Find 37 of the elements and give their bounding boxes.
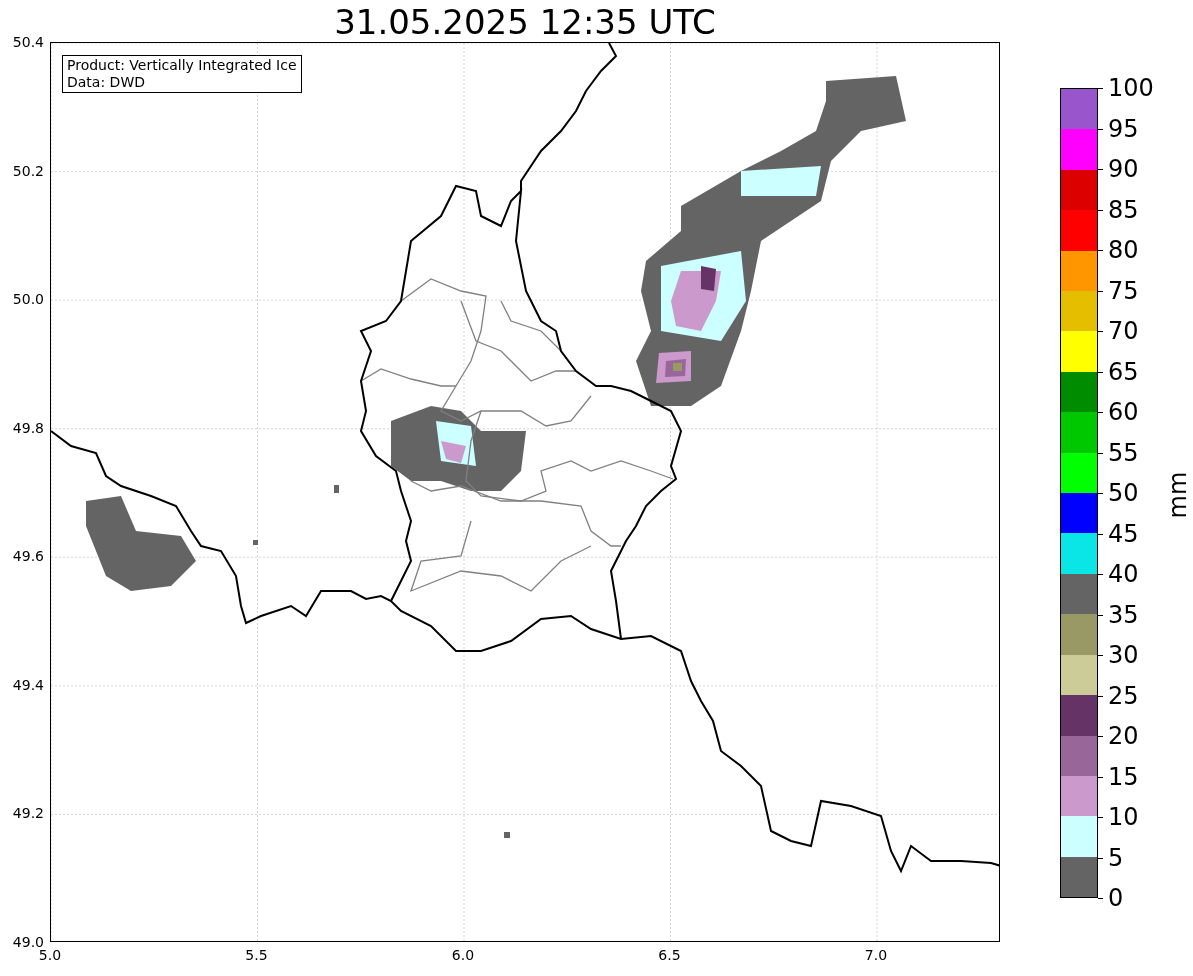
colorbar-tick-label: 5 xyxy=(1108,843,1124,872)
colorbar-tick-label: 85 xyxy=(1108,195,1139,224)
colorbar-tick-label: 100 xyxy=(1108,74,1154,102)
colorbar-tick-label: 90 xyxy=(1108,155,1139,183)
colorbar-tick-label: 65 xyxy=(1108,357,1139,386)
x-tick-label: 6.5 xyxy=(657,946,682,964)
legend-box: Product: Vertically Integrated Ice Data: DWD xyxy=(62,55,302,93)
x-tick-label: 5.5 xyxy=(244,946,269,964)
colorbar-tick-label: 30 xyxy=(1108,641,1139,669)
x-tick-label: 7.0 xyxy=(863,946,889,964)
y-tick-label: 49.6 xyxy=(11,547,44,566)
colorbar-tick-label: 60 xyxy=(1108,398,1139,426)
chart-title: 31.05.2025 12:35 UTC xyxy=(333,2,717,42)
y-tick-label: 49.8 xyxy=(11,418,44,437)
colorbar-tick-label: 50 xyxy=(1108,479,1139,507)
x-tick-label: 6.0 xyxy=(450,946,476,964)
y-tick-label: 49.0 xyxy=(11,933,44,950)
colorbar-tick-label: 0 xyxy=(1108,884,1124,912)
colorbar-tick-label: 70 xyxy=(1108,317,1139,345)
y-tick-label: 49.2 xyxy=(11,804,44,823)
colorbar-tick-label: 75 xyxy=(1108,276,1139,305)
colorbar-tick-label: 15 xyxy=(1108,762,1139,791)
colorbar-tick-label: 20 xyxy=(1108,722,1139,750)
colorbar-tick-label: 55 xyxy=(1108,438,1139,467)
colorbar-label: mm xyxy=(1163,471,1193,519)
colorbar-tick-label: 95 xyxy=(1108,114,1139,143)
colorbar-tick-label: 35 xyxy=(1108,600,1139,629)
colorbar-tick-label: 40 xyxy=(1108,560,1139,588)
y-tick-label: 50.4 xyxy=(11,33,44,51)
y-tick-label: 50.2 xyxy=(11,161,44,180)
colorbar-tick-label: 80 xyxy=(1108,236,1139,264)
colorbar-tick-label: 45 xyxy=(1108,519,1139,548)
colorbar-tick-label: 10 xyxy=(1108,803,1139,831)
x-tick-label: 5.0 xyxy=(37,947,63,964)
y-tick-label: 50.0 xyxy=(11,290,44,309)
colorbar-tick-label: 25 xyxy=(1108,681,1139,710)
y-tick-label: 49.4 xyxy=(11,675,44,694)
